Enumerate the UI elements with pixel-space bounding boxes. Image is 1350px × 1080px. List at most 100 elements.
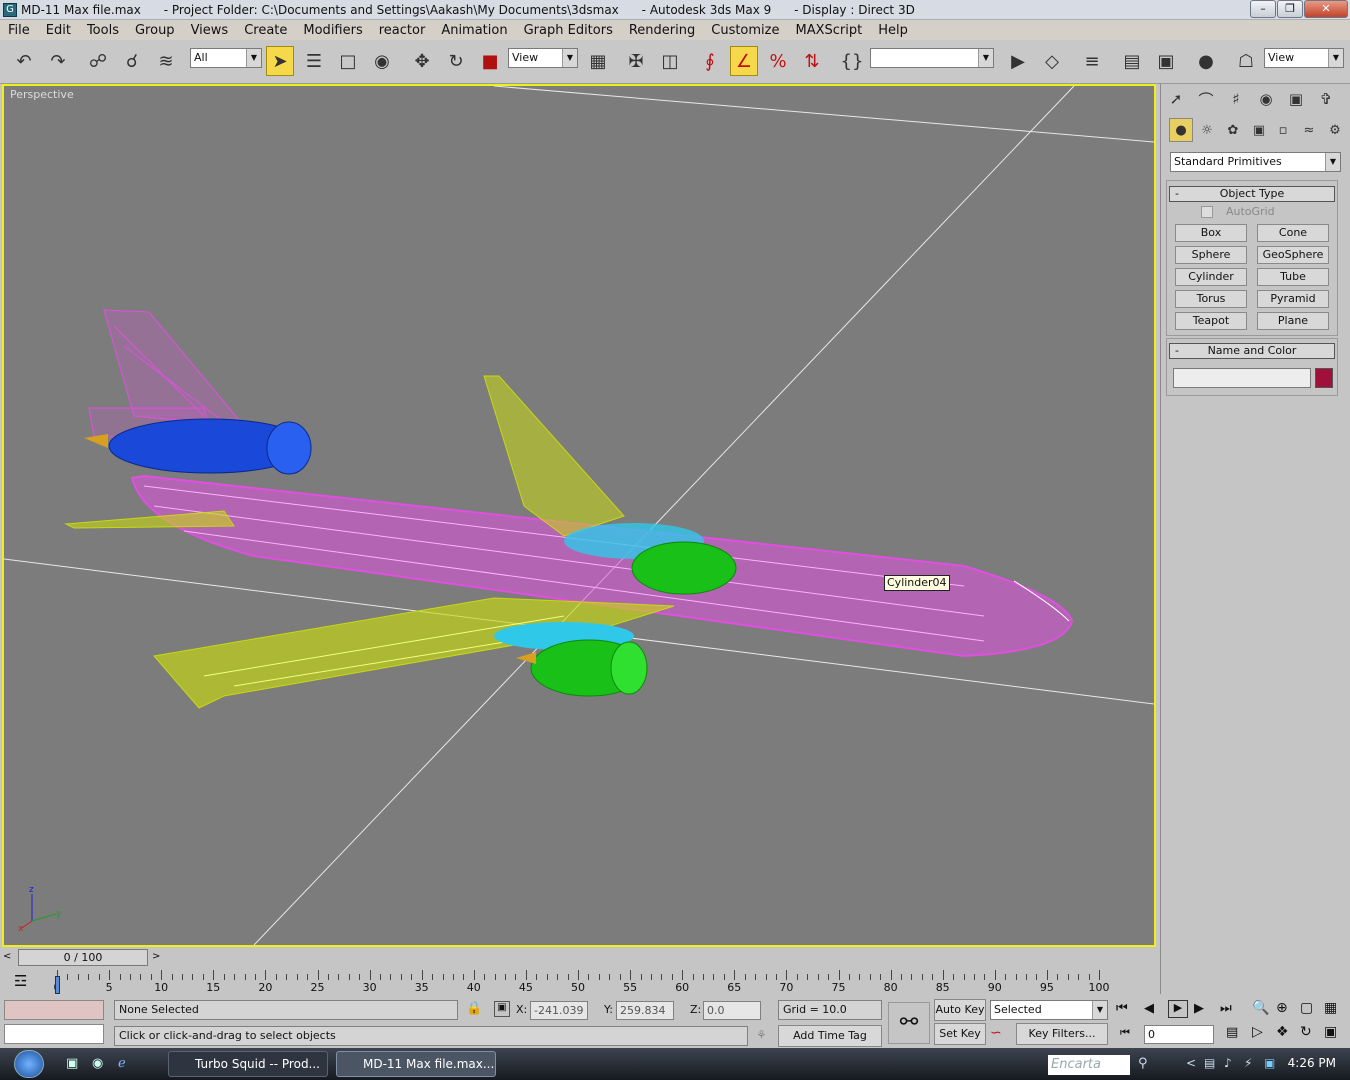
previous-frame-icon[interactable]: ◀ <box>1144 1001 1154 1016</box>
render-preset-dropdown[interactable]: View ▼ <box>1264 48 1344 68</box>
select-object-icon[interactable]: ➤ <box>266 46 294 76</box>
auto-key-button[interactable]: Auto Key <box>934 999 986 1021</box>
select-and-rotate-icon[interactable]: ↻ <box>442 46 470 76</box>
pyramid-button[interactable]: Pyramid <box>1257 290 1329 308</box>
lock-selection-icon[interactable]: 🔒 <box>466 1001 482 1016</box>
add-time-tag-button[interactable]: Add Time Tag <box>778 1025 882 1047</box>
menu-modifiers[interactable]: Modifiers <box>295 23 370 38</box>
menu-views[interactable]: Views <box>183 23 237 38</box>
time-slider-prev-icon[interactable]: < <box>3 951 11 962</box>
window-crossing-icon[interactable]: ◉ <box>368 46 396 76</box>
primitive-category-dropdown[interactable]: Standard Primitives ▼ <box>1170 152 1341 172</box>
browser-quick-launch-icon[interactable]: ◉ <box>92 1056 103 1071</box>
named-selection-sets-dropdown[interactable]: ▼ <box>870 48 994 68</box>
start-button[interactable] <box>14 1050 44 1078</box>
set-key-icon[interactable]: ⚯ <box>888 1002 930 1044</box>
utilities-tab-icon[interactable]: ✞ <box>1313 86 1339 112</box>
snaps-toggle-icon[interactable]: ∮ <box>696 46 724 76</box>
selection-filter-dropdown[interactable]: All ▼ <box>190 48 262 68</box>
sphere-button[interactable]: Sphere <box>1175 246 1247 264</box>
curve-editor-icon[interactable]: ▤ <box>1118 46 1146 76</box>
zoom-all-icon[interactable]: ⊕ <box>1276 1000 1288 1016</box>
schematic-view-icon[interactable]: ▣ <box>1152 46 1180 76</box>
ie-quick-launch-icon[interactable]: ℯ <box>118 1056 126 1071</box>
lights-icon[interactable]: ✿ <box>1221 118 1245 142</box>
teapot-button[interactable]: Teapot <box>1175 312 1247 330</box>
tube-button[interactable]: Tube <box>1257 268 1329 286</box>
keyboard-shortcut-override-icon[interactable]: ◫ <box>656 46 684 76</box>
time-slider-next-icon[interactable]: > <box>152 951 160 962</box>
geosphere-button[interactable]: GeoSphere <box>1257 246 1329 264</box>
time-slider-thumb[interactable]: 0 / 100 <box>18 949 148 966</box>
material-editor-icon[interactable]: ● <box>1192 46 1220 76</box>
space-warps-icon[interactable]: ≈ <box>1297 118 1321 142</box>
field-of-view-icon[interactable]: ▷ <box>1252 1024 1263 1040</box>
box-button[interactable]: Box <box>1175 224 1247 242</box>
arc-rotate-icon[interactable]: ↻ <box>1300 1024 1312 1040</box>
menu-customize[interactable]: Customize <box>703 23 787 38</box>
taskbar-item-turbosquid[interactable]: Turbo Squid -- Prod... <box>168 1051 328 1077</box>
layer-manager-icon[interactable]: ≡ <box>1078 46 1106 76</box>
percent-snap-icon[interactable]: % <box>764 46 792 76</box>
helpers-icon[interactable]: ▫ <box>1271 118 1295 142</box>
name-color-header[interactable]: - Name and Color <box>1169 343 1335 359</box>
z-coordinate-field[interactable]: 0.0 <box>703 1001 761 1020</box>
mirror-icon[interactable]: ▶ <box>1004 46 1032 76</box>
app-tray-icon[interactable]: ▣ <box>1264 1056 1275 1070</box>
menu-animation[interactable]: Animation <box>433 23 515 38</box>
app-icon[interactable]: G <box>3 2 17 17</box>
key-mode-dropdown[interactable]: Selected ▼ <box>990 1000 1108 1020</box>
maximize-viewport-icon[interactable]: ▣ <box>1324 1024 1337 1040</box>
go-to-end-icon[interactable]: ⏭ <box>1220 1001 1232 1016</box>
angle-snap-icon[interactable]: ∠ <box>730 46 758 76</box>
cameras-icon[interactable]: ▣ <box>1247 118 1271 142</box>
object-name-field[interactable] <box>1173 368 1311 388</box>
maxscript-input[interactable] <box>4 1024 104 1044</box>
zoom-extents-icon[interactable]: ▢ <box>1300 1000 1313 1016</box>
default-tangent-icon[interactable]: ∽ <box>990 1025 1002 1041</box>
render-scene-icon[interactable]: ☖ <box>1232 46 1260 76</box>
maxscript-listener-mini[interactable] <box>4 1000 104 1020</box>
shapes-icon[interactable]: ☼ <box>1195 118 1219 142</box>
unlink-selection-icon[interactable]: ☌ <box>118 46 146 76</box>
set-key-button[interactable]: Set Key <box>934 1023 986 1045</box>
search-icon[interactable]: ⚲ <box>1138 1056 1148 1071</box>
torus-button[interactable]: Torus <box>1175 290 1247 308</box>
track-bar[interactable]: ☲ 05101520253035404550556065707580859095… <box>0 968 1160 998</box>
x-coordinate-field[interactable]: -241.039 <box>530 1001 588 1020</box>
create-tab-icon[interactable]: ➚ <box>1163 86 1189 112</box>
search-box[interactable]: Encarta <box>1048 1055 1130 1075</box>
pan-view-icon[interactable]: ❖ <box>1276 1024 1289 1040</box>
cylinder-button[interactable]: Cylinder <box>1175 268 1247 286</box>
network-icon[interactable]: ▤ <box>1204 1056 1215 1070</box>
menu-graph-editors[interactable]: Graph Editors <box>516 23 621 38</box>
menu-create[interactable]: Create <box>236 23 295 38</box>
menu-reactor[interactable]: reactor <box>371 23 434 38</box>
restore-button[interactable]: ❐ <box>1277 0 1303 18</box>
perspective-viewport[interactable]: Perspective z x y Cylinder04 <box>2 84 1156 947</box>
pivot-center-icon[interactable]: ▦ <box>584 46 612 76</box>
align-icon[interactable]: ◇ <box>1038 46 1066 76</box>
edit-named-selection-icon[interactable]: {} <box>838 46 866 76</box>
redo-icon[interactable]: ↷ <box>44 46 72 76</box>
plane-button[interactable]: Plane <box>1257 312 1329 330</box>
close-button[interactable]: ✕ <box>1304 0 1348 18</box>
select-manipulate-icon[interactable]: ✠ <box>622 46 650 76</box>
time-configuration-icon[interactable]: ▤ <box>1226 1025 1238 1040</box>
select-and-scale-icon[interactable]: ■ <box>476 46 504 76</box>
rectangular-selection-icon[interactable]: □ <box>334 46 362 76</box>
show-desktop-icon[interactable]: ▣ <box>66 1056 78 1071</box>
menu-rendering[interactable]: Rendering <box>621 23 703 38</box>
next-frame-icon[interactable]: ▶ <box>1194 1001 1204 1016</box>
current-frame-field[interactable]: 0 <box>1144 1025 1214 1044</box>
motion-tab-icon[interactable]: ◉ <box>1253 86 1279 112</box>
bind-space-warp-icon[interactable]: ≋ <box>152 46 180 76</box>
undo-icon[interactable]: ↶ <box>10 46 38 76</box>
power-icon[interactable]: ⚡ <box>1244 1056 1252 1070</box>
tray-expand-icon[interactable]: < <box>1186 1056 1196 1070</box>
autogrid-checkbox[interactable] <box>1201 206 1213 218</box>
zoom-extents-all-icon[interactable]: ▦ <box>1324 1000 1337 1016</box>
key-mode-toggle-icon[interactable]: ⏮ <box>1120 1026 1130 1040</box>
object-type-header[interactable]: - Object Type <box>1169 186 1335 202</box>
reference-coordinate-dropdown[interactable]: View ▼ <box>508 48 578 68</box>
